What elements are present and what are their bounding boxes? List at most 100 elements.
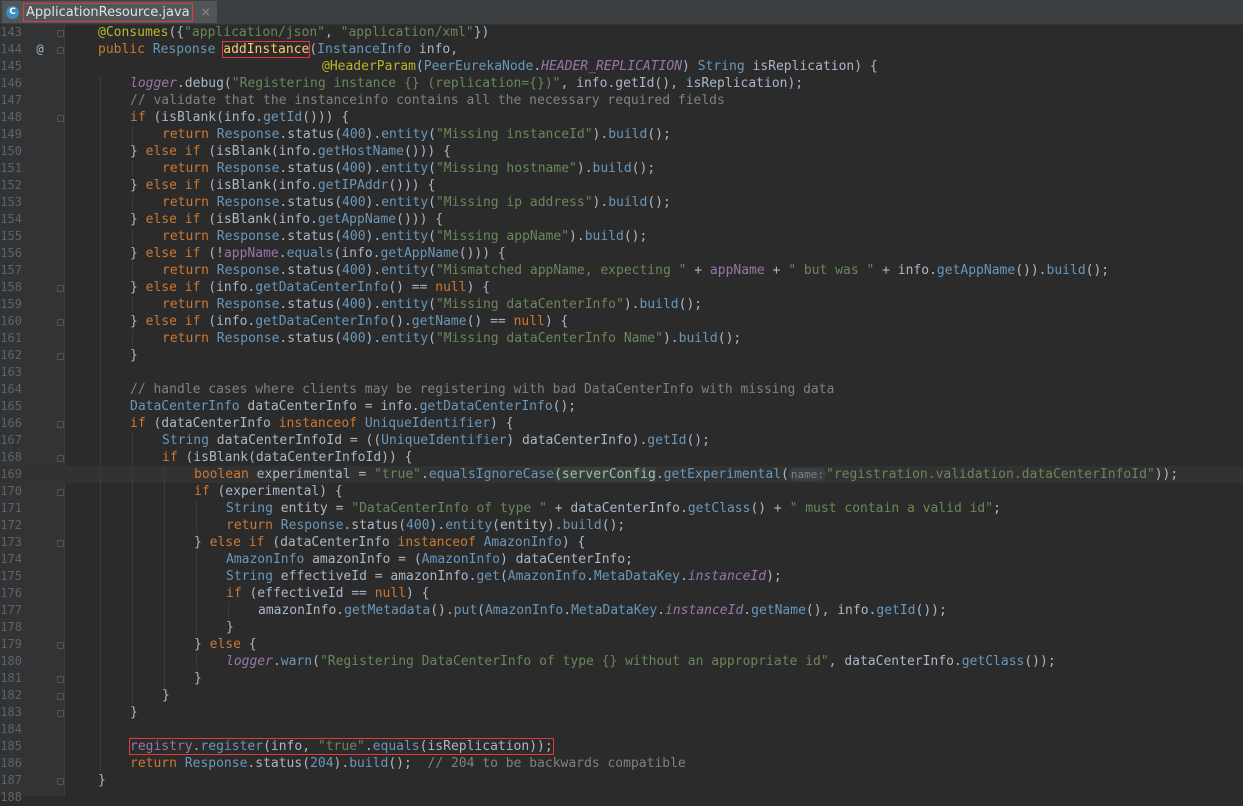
fold-marker-icon[interactable] <box>57 489 64 496</box>
indent-guide <box>100 636 101 653</box>
code-token: // validate that the instanceinfo contai… <box>130 93 725 108</box>
code-token: . <box>364 739 373 754</box>
code-line[interactable]: 175 String effectiveId = amazonInfo.get(A… <box>0 568 1243 585</box>
code-editor[interactable]: 143 @Consumes({"application/json", "appli… <box>0 24 1243 804</box>
fold-marker-icon[interactable] <box>57 676 64 683</box>
code-line[interactable]: 173} else if (dataCenterInfo instanceof … <box>0 534 1243 551</box>
code-line[interactable]: 164 // handle cases where clients may be … <box>0 381 1243 398</box>
indent-guide <box>132 687 133 704</box>
code-token: isReplication) { <box>752 59 878 74</box>
code-token: . <box>679 569 688 584</box>
code-line[interactable]: 172 return Response.status(400).entity(en… <box>0 517 1243 534</box>
code-line[interactable]: 152} else if (isBlank(info.getIPAddr()))… <box>0 177 1243 194</box>
fold-marker-icon[interactable] <box>57 421 64 428</box>
fold-marker-icon[interactable] <box>57 693 64 700</box>
indent-guide <box>100 92 101 109</box>
code-line[interactable]: 170 if (experimental) { <box>0 483 1243 500</box>
line-number: 165 <box>0 399 22 413</box>
code-line[interactable]: 151 return Response.status(400).entity("M… <box>0 160 1243 177</box>
code-line[interactable]: 188 <box>0 789 1243 806</box>
line-number: 175 <box>0 569 22 583</box>
fold-marker-icon[interactable] <box>57 353 64 360</box>
indent-guide <box>164 653 165 670</box>
code-line[interactable]: 147 // validate that the instanceinfo con… <box>0 92 1243 109</box>
code-line[interactable]: 162} <box>0 347 1243 364</box>
code-line[interactable]: 153 return Response.status(400).entity("M… <box>0 194 1243 211</box>
fold-marker-icon[interactable] <box>57 778 64 785</box>
code-line[interactable]: 146 logger.debug("Registering instance {}… <box>0 75 1243 92</box>
fold-marker-icon[interactable] <box>57 47 64 54</box>
code-token: instanceId <box>687 569 767 584</box>
code-line[interactable]: 181} <box>0 670 1243 687</box>
code-token: (); <box>686 433 710 448</box>
code-line[interactable]: 154} else if (isBlank(info.getAppName())… <box>0 211 1243 228</box>
code-line[interactable]: 182} <box>0 687 1243 704</box>
code-line[interactable]: 159 return Response.status(400).entity("M… <box>0 296 1243 313</box>
fold-marker-icon[interactable] <box>57 455 64 462</box>
code-line[interactable]: 161 return Response.status(400).entity("M… <box>0 330 1243 347</box>
code-line[interactable]: 150} else if (isBlank(info.getHostName()… <box>0 143 1243 160</box>
code-line[interactable]: 186 return Response.status(204).build(); … <box>0 755 1243 772</box>
code-token: addInstance <box>222 41 311 58</box>
code-line[interactable]: 165 DataCenterInfo dataCenterInfo = info.… <box>0 398 1243 415</box>
code-token: ). <box>569 229 585 244</box>
code-line[interactable]: 184 <box>0 721 1243 738</box>
code-token: (isBlank(info. <box>153 110 264 125</box>
indent-guide <box>196 551 197 568</box>
code-line[interactable]: 144 @ public Response addInstance(Instance… <box>0 41 1243 58</box>
code-text: } <box>162 687 170 704</box>
code-token: null <box>513 314 545 329</box>
code-line[interactable]: 148 if (isBlank(info.getId())) { <box>0 109 1243 126</box>
indent-guide <box>100 551 101 568</box>
code-token: getName <box>411 314 467 329</box>
code-token: ())) { <box>388 178 436 193</box>
code-line[interactable]: 183} <box>0 704 1243 721</box>
code-line[interactable]: 163 <box>0 364 1243 381</box>
indent-guide <box>100 687 101 704</box>
code-line[interactable]: 168 if (isBlank(dataCenterInfoId)) { <box>0 449 1243 466</box>
override-marker-icon[interactable]: @ <box>33 41 47 58</box>
code-line[interactable]: 179} else { <box>0 636 1243 653</box>
fold-marker-icon[interactable] <box>57 115 64 122</box>
fold-marker-icon[interactable] <box>57 540 64 547</box>
tab-file-name[interactable]: ApplicationResource.java <box>23 2 193 22</box>
code-line[interactable]: 185 registry.register(info, "true".equals… <box>0 738 1243 755</box>
code-text: amazonInfo.getMetadata().put(AmazonInfo.… <box>258 602 947 619</box>
code-line[interactable]: 160} else if (info.getDataCenterInfo().g… <box>0 313 1243 330</box>
code-line[interactable]: 167 String dataCenterInfoId = ((UniqueIde… <box>0 432 1243 449</box>
code-line[interactable]: 158} else if (info.getDataCenterInfo() =… <box>0 279 1243 296</box>
line-number: 185 <box>0 739 22 753</box>
fold-marker-icon[interactable] <box>57 710 64 717</box>
code-line[interactable]: 169 boolean experimental = "true".equalsI… <box>0 466 1243 483</box>
code-line[interactable]: 180 logger.warn("Registering DataCenterIn… <box>0 653 1243 670</box>
code-line[interactable]: 171 String entity = "DataCenterInfo of ty… <box>0 500 1243 517</box>
code-line[interactable]: 157 return Response.status(400).entity("M… <box>0 262 1243 279</box>
fold-marker-icon[interactable] <box>57 319 64 326</box>
tab-application-resource[interactable]: C ApplicationResource.java × <box>2 1 217 23</box>
code-token: entity <box>445 518 493 533</box>
fold-marker-icon[interactable] <box>57 30 64 37</box>
fold-marker-icon[interactable] <box>57 285 64 292</box>
fold-marker-icon[interactable] <box>57 642 64 649</box>
code-line[interactable]: 178} <box>0 619 1243 636</box>
indent-guide <box>100 449 101 466</box>
indent-guide <box>100 177 101 194</box>
code-token: ( <box>428 127 436 142</box>
code-line[interactable]: 174 AmazonInfo amazonInfo = (AmazonInfo) … <box>0 551 1243 568</box>
code-token: , dataCenterInfo. <box>828 654 962 669</box>
code-line[interactable]: 176 if (effectiveId == null) { <box>0 585 1243 602</box>
code-line[interactable]: 177 amazonInfo.getMetadata().put(AmazonIn… <box>0 602 1243 619</box>
code-area[interactable]: 143 @Consumes({"application/json", "appli… <box>0 24 1243 806</box>
code-line[interactable]: 156} else if (!appName.equals(info.getAp… <box>0 245 1243 262</box>
code-line[interactable]: 155 return Response.status(400).entity("M… <box>0 228 1243 245</box>
close-tab-icon[interactable]: × <box>201 5 211 19</box>
code-line[interactable]: 187} <box>0 772 1243 789</box>
code-line[interactable]: 149 return Response.status(400).entity("M… <box>0 126 1243 143</box>
code-token: 204 <box>310 756 334 771</box>
code-line[interactable]: 145 @HeaderParam(PeerEurekaNode.HEADER_RE… <box>0 58 1243 75</box>
indent-guide <box>100 755 101 772</box>
code-line[interactable]: 143 @Consumes({"application/json", "appli… <box>0 24 1243 41</box>
code-line[interactable]: 166 if (dataCenterInfo instanceof UniqueI… <box>0 415 1243 432</box>
code-token: "true" <box>374 467 421 482</box>
code-text: String effectiveId = amazonInfo.get(Amaz… <box>226 568 782 585</box>
